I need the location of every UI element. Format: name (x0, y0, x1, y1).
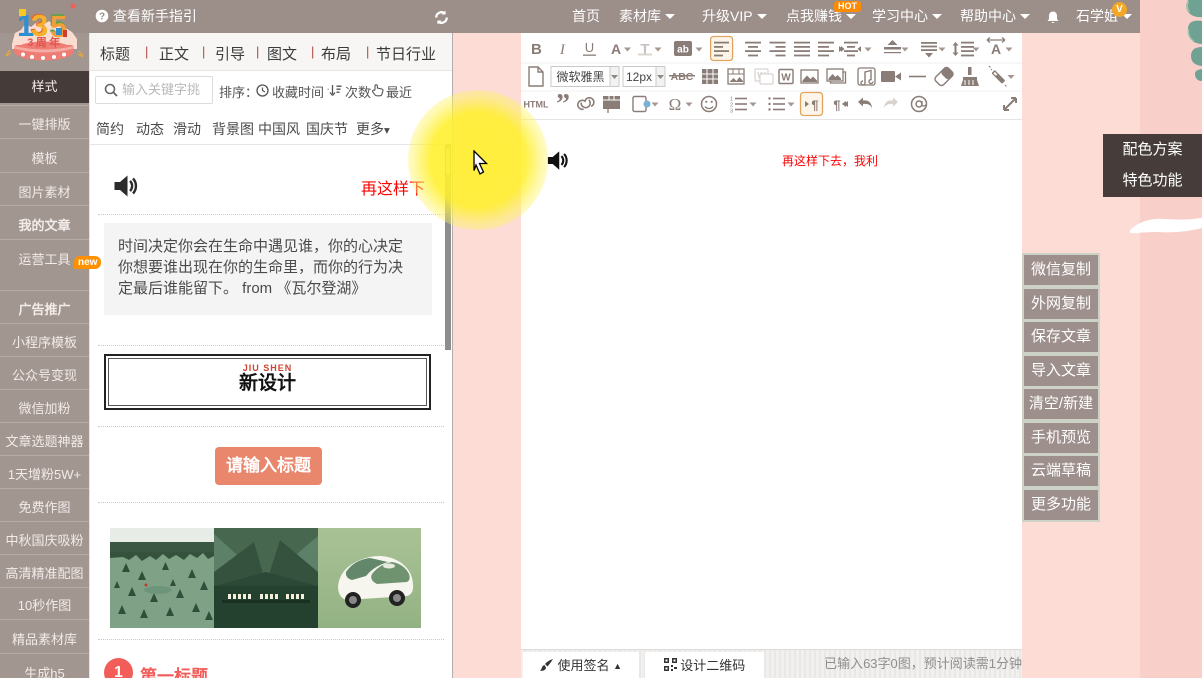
svg-text:?: ? (99, 12, 105, 23)
svg-text:微软雅黑: 微软雅黑 (556, 69, 604, 84)
svg-text:12px: 12px (626, 70, 652, 84)
svg-text:A: A (611, 41, 621, 57)
svg-text:I: I (559, 42, 566, 58)
svg-text:ab: ab (677, 45, 689, 56)
svg-text:U: U (585, 40, 594, 55)
svg-text:HTML: HTML (524, 100, 549, 110)
svg-text:Ω: Ω (669, 95, 682, 114)
svg-text:3: 3 (31, 8, 48, 43)
svg-text:”: ” (556, 89, 570, 119)
svg-text:B: B (531, 41, 542, 58)
svg-text:¶: ¶ (833, 98, 840, 113)
svg-text:T: T (605, 105, 611, 115)
svg-text:A: A (991, 41, 1001, 57)
svg-text:ABC: ABC (671, 71, 694, 83)
svg-text:W: W (781, 73, 791, 84)
svg-text:3: 3 (730, 109, 733, 115)
svg-text:5: 5 (50, 9, 67, 44)
svg-text:¶: ¶ (811, 98, 818, 113)
